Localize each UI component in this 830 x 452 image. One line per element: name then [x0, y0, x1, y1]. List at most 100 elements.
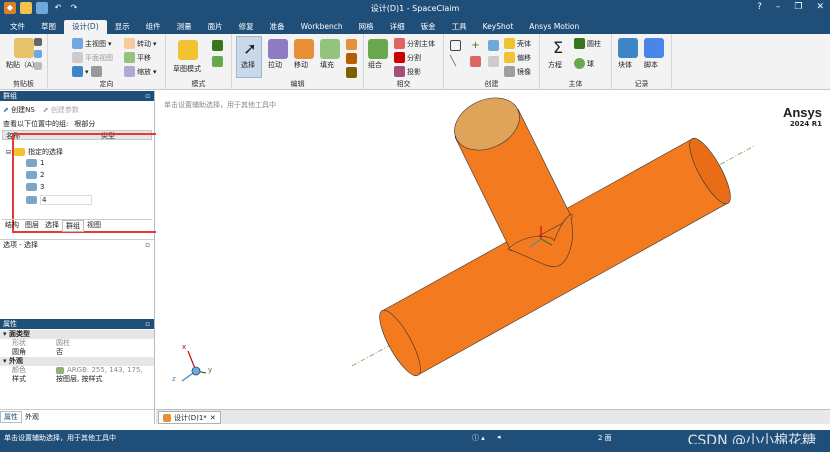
- window-title: 设计(D)1 - SpaceClaim: [370, 4, 460, 13]
- select-button[interactable]: 选择: [241, 60, 255, 70]
- script-button[interactable]: 脚本: [644, 60, 658, 70]
- subtab-layers[interactable]: 图层: [22, 220, 42, 232]
- pull-button[interactable]: 拉动: [268, 60, 282, 70]
- create-group: + ╲ 壳体 偏移 镜像 创建: [444, 34, 540, 90]
- tab-facets[interactable]: 面片: [200, 20, 231, 34]
- zoom-button[interactable]: 缩放 ▾: [124, 66, 157, 77]
- view-options-button[interactable]: ▾: [72, 66, 102, 77]
- sphere-button[interactable]: 球: [574, 58, 594, 69]
- cut-icon[interactable]: [34, 38, 42, 46]
- create-ns-button[interactable]: ⬈ 创建NS: [3, 105, 35, 115]
- equation-button[interactable]: 方程: [548, 60, 562, 70]
- replace-icon[interactable]: [346, 53, 357, 64]
- pull-icon[interactable]: [268, 39, 288, 59]
- tab-repair[interactable]: 修复: [231, 20, 262, 34]
- combine-button[interactable]: 组合: [368, 60, 382, 70]
- fill-icon[interactable]: [320, 39, 340, 59]
- pan-button[interactable]: 平移: [124, 52, 151, 63]
- tab-file[interactable]: 文件: [2, 20, 33, 34]
- section-header[interactable]: ▾ 面类型: [0, 330, 154, 339]
- line-icon[interactable]: [488, 40, 499, 51]
- plane-view-button[interactable]: 平面视图: [72, 52, 113, 63]
- info-icon[interactable]: ⓘ ▴: [472, 433, 485, 443]
- tab-ansys-motion[interactable]: Ansys Motion: [521, 20, 587, 34]
- prev-arrow-icon[interactable]: ◂: [497, 433, 501, 441]
- rectangle-icon[interactable]: [450, 40, 461, 51]
- create-param-button[interactable]: ⬈ 创建参数: [43, 105, 79, 115]
- split-button[interactable]: 分割: [394, 52, 421, 63]
- subtab-groups[interactable]: 群组: [62, 220, 84, 232]
- combine-icon[interactable]: [368, 39, 388, 59]
- 3d-mode-icon[interactable]: [212, 56, 223, 67]
- section-header[interactable]: ▾ 外观: [0, 357, 154, 366]
- sphere-icon: [574, 58, 585, 69]
- pattern-icon[interactable]: [488, 56, 499, 67]
- zoom-icon: [124, 66, 135, 77]
- section-mode-icon[interactable]: [212, 40, 223, 51]
- subtab-appearance[interactable]: 外观: [22, 412, 42, 422]
- fill-button[interactable]: 填充: [320, 60, 334, 70]
- blend-icon[interactable]: [346, 39, 357, 50]
- subtab-selection[interactable]: 选择: [42, 220, 62, 232]
- prop-row: 圆角否: [12, 348, 63, 356]
- point-icon[interactable]: +: [470, 40, 481, 51]
- color-swatch[interactable]: [56, 367, 64, 374]
- tab-display[interactable]: 显示: [107, 20, 138, 34]
- shell-button[interactable]: 壳体: [504, 38, 531, 49]
- tab-tools[interactable]: 工具: [444, 20, 475, 34]
- paste-icon[interactable]: [14, 38, 34, 58]
- subtab-views[interactable]: 视图: [84, 220, 104, 232]
- maximize-button[interactable]: ❐: [794, 2, 802, 12]
- offset-icon: [504, 52, 515, 63]
- axis-icon[interactable]: ╲: [450, 56, 461, 67]
- tab-measure[interactable]: 测量: [169, 20, 200, 34]
- options-panel-title: 选项 - 选择: [3, 241, 38, 249]
- script-icon[interactable]: [644, 38, 664, 58]
- tab-prepare[interactable]: 准备: [262, 20, 293, 34]
- tab-keyshot[interactable]: KeyShot: [475, 20, 522, 34]
- tab-detail[interactable]: 详细: [382, 20, 413, 34]
- filter-dropdown[interactable]: 根部分: [74, 119, 95, 129]
- pin-icon[interactable]: ▫: [145, 91, 150, 101]
- select-arrow-icon[interactable]: ➚: [240, 39, 260, 59]
- tab-sheet-metal[interactable]: 钣金: [413, 20, 444, 34]
- equation-icon[interactable]: Σ: [548, 38, 568, 58]
- offset-button[interactable]: 偏移: [504, 52, 531, 63]
- help-button[interactable]: ?: [757, 2, 762, 12]
- origin-icon[interactable]: [470, 56, 481, 67]
- format-painter-icon[interactable]: [34, 62, 42, 70]
- sketch-mode-icon[interactable]: [178, 40, 198, 60]
- rotate-button[interactable]: 转动 ▾: [124, 38, 157, 49]
- project-button[interactable]: 投影: [394, 66, 421, 77]
- move-button[interactable]: 移动: [294, 60, 308, 70]
- cylinder-button[interactable]: 圆柱: [574, 38, 601, 49]
- close-button[interactable]: ✕: [816, 2, 824, 12]
- subtab-properties[interactable]: 属性: [0, 410, 22, 423]
- tweak-icon[interactable]: [346, 67, 357, 78]
- move-icon[interactable]: [294, 39, 314, 59]
- pin-icon[interactable]: ▫: [145, 319, 150, 329]
- props-subtabs: 属性 外观: [0, 409, 154, 423]
- block-button[interactable]: 块体: [618, 60, 632, 70]
- collapse-icon[interactable]: ⊟: [6, 149, 11, 156]
- block-icon[interactable]: [618, 38, 638, 58]
- mirror-button[interactable]: 镜像: [504, 66, 531, 77]
- tab-workbench[interactable]: Workbench: [293, 20, 351, 34]
- orient-group: 主视图 ▾ 平面视图 ▾ 转动 ▾ 平移 缩放 ▾ 定向: [48, 34, 166, 90]
- tab-sketch[interactable]: 草图: [33, 20, 64, 34]
- sketch-mode-button[interactable]: 草图模式: [173, 64, 201, 74]
- copy-icon[interactable]: [34, 50, 42, 58]
- tab-mesh[interactable]: 网格: [351, 20, 382, 34]
- split-body-button[interactable]: 分割主体: [394, 38, 435, 49]
- minimize-button[interactable]: –: [776, 2, 781, 12]
- subtab-structure[interactable]: 结构: [2, 220, 22, 232]
- pin-icon[interactable]: ▫: [145, 240, 150, 250]
- tab-design[interactable]: 设计(D): [64, 20, 107, 34]
- viewport[interactable]: 单击设置辅助选择，用于其他工具中 Ansys 2024 R1 x z y: [156, 91, 830, 409]
- doc-tab-design1[interactable]: 设计(D)1* ✕: [158, 411, 221, 424]
- home-view-button[interactable]: 主视图 ▾: [72, 38, 112, 49]
- model-canvas[interactable]: [156, 91, 830, 409]
- close-tab-icon[interactable]: ✕: [210, 414, 216, 422]
- ribbon-tabs: 文件 草图 设计(D) 显示 组件 测量 面片 修复 准备 Workbench …: [0, 18, 830, 34]
- tab-assembly[interactable]: 组件: [138, 20, 169, 34]
